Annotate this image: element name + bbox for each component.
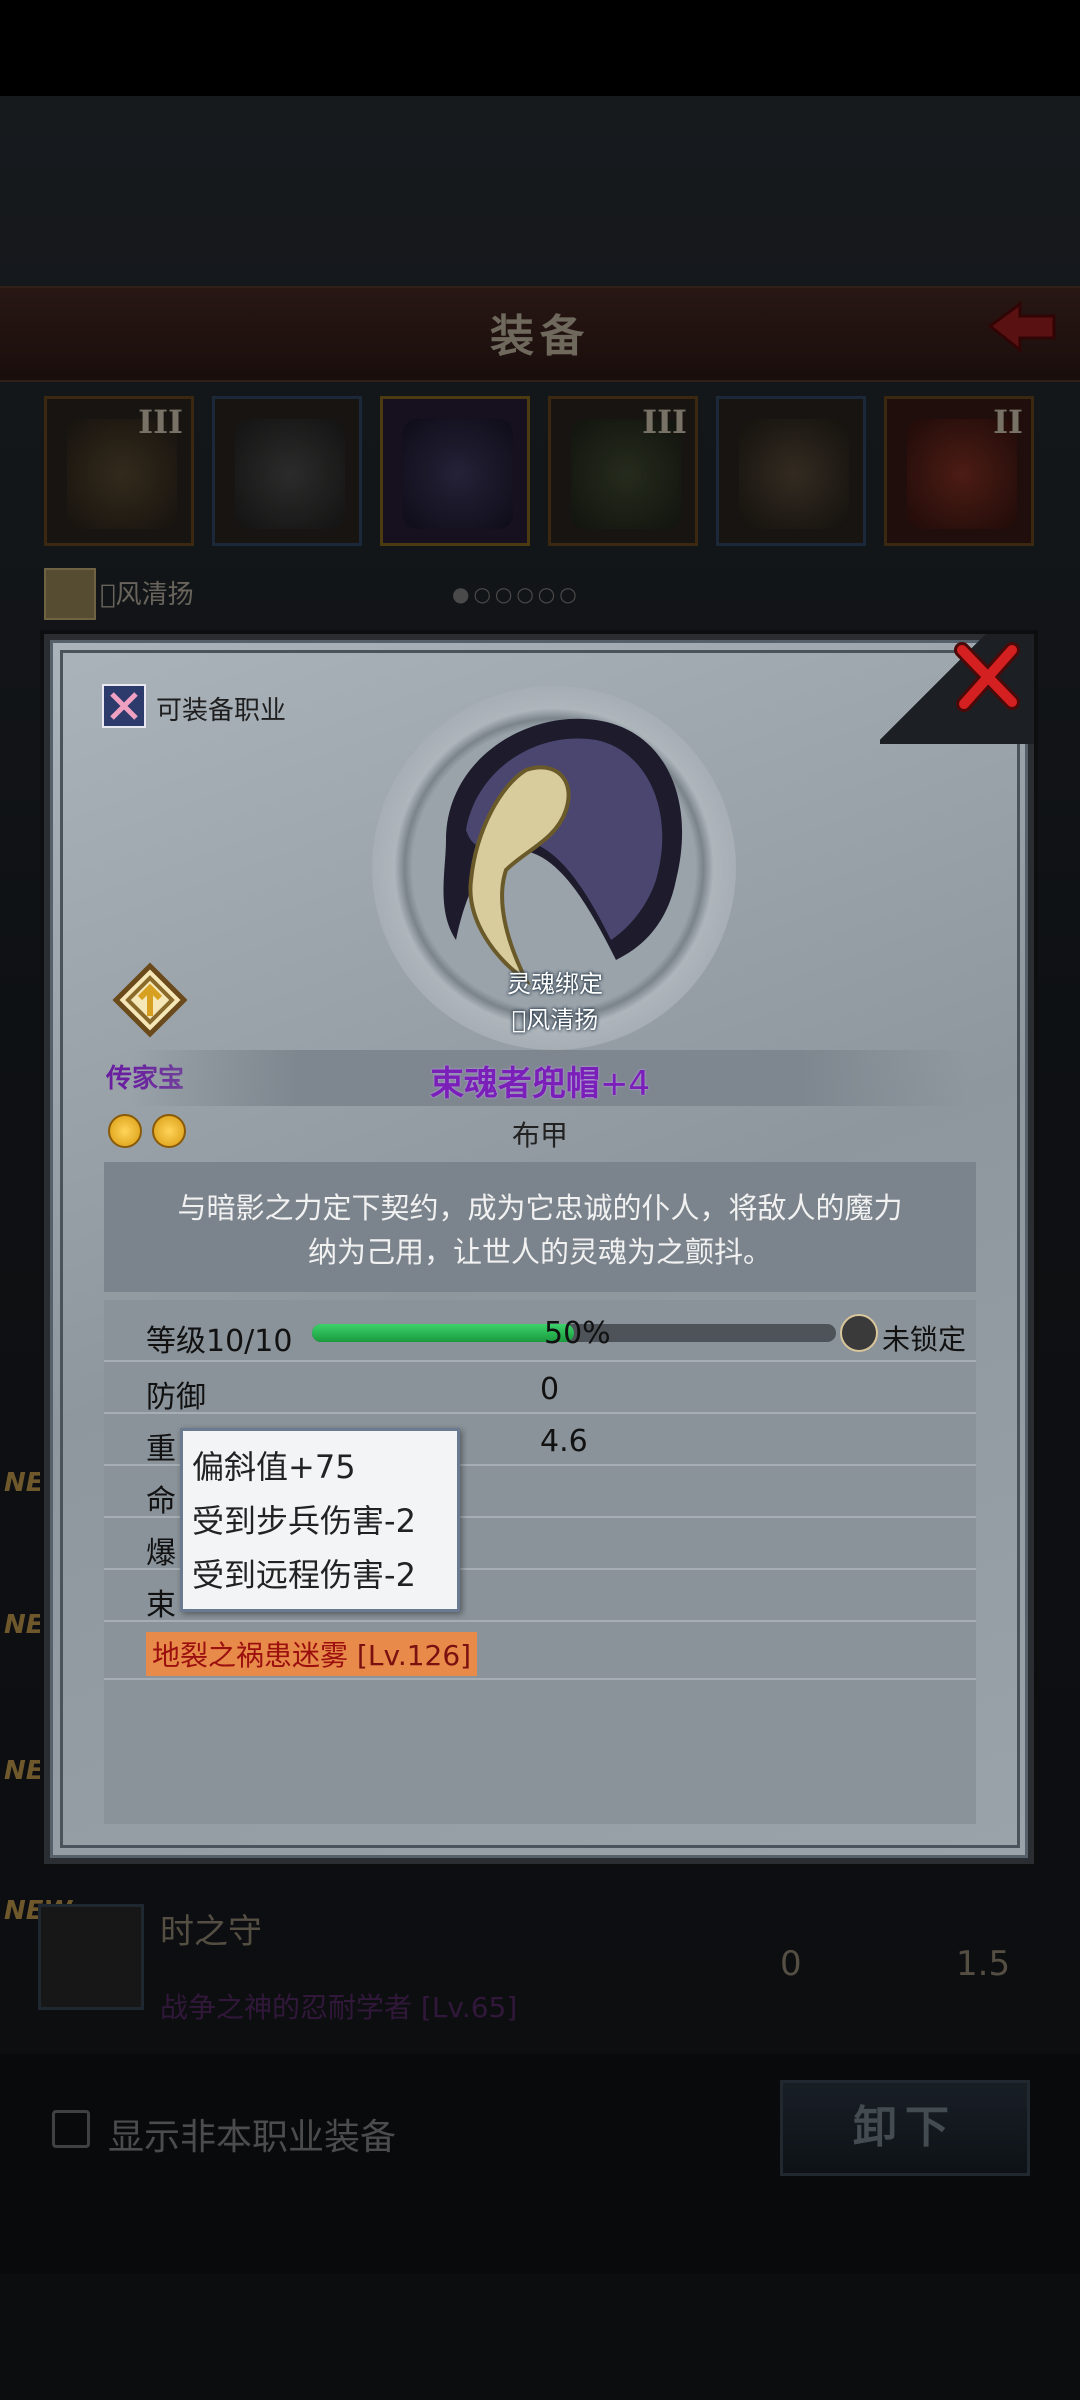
status-bar <box>0 0 1080 96</box>
divider <box>104 1620 976 1622</box>
stat-label: 防御 <box>146 1380 206 1415</box>
tooltip-line: 受到远程伤害-2 <box>192 1556 416 1594</box>
divider <box>104 1412 976 1414</box>
item-name: 束魂者兜帽+4 <box>429 1064 651 1104</box>
stat-label: 命 <box>146 1484 176 1519</box>
stat-label: 爆 <box>146 1536 176 1571</box>
tooltip-line: 偏斜值+75 <box>192 1448 356 1486</box>
stat-value: 0 <box>540 1372 560 1407</box>
item-type: 布甲 <box>511 1119 568 1152</box>
soulbound-label: 灵魂绑定 <box>507 970 603 998</box>
equippable-class-label: 可装备职业 <box>156 696 287 726</box>
set-bonus-label[interactable]: 地裂之祸患迷雾 [Lv.126] <box>146 1632 478 1676</box>
heirloom-icon <box>112 962 188 1038</box>
close-icon[interactable] <box>950 640 1024 714</box>
class-icon[interactable] <box>102 684 146 728</box>
lock-status: 未锁定 <box>882 1323 967 1356</box>
level-progress-fill <box>312 1324 574 1342</box>
divider <box>104 1678 976 1680</box>
level-label: 等级10/10 <box>146 1324 293 1359</box>
lock-icon[interactable] <box>840 1314 878 1352</box>
stat-value: 4.6 <box>540 1424 588 1459</box>
stat-label: 束 <box>146 1588 176 1623</box>
bound-owner-name:  风清扬 <box>511 1006 599 1034</box>
item-description: 与暗影之力定下契约，成为它忠诚的仆人，将敌人的魔力 纳为己用，让世人的灵魂为之颤… <box>177 1191 903 1269</box>
level-percent: 50% <box>544 1316 611 1351</box>
stat-label: 重 <box>146 1432 176 1467</box>
divider <box>104 1360 976 1362</box>
tooltip-line: 受到步兵伤害-2 <box>192 1502 416 1540</box>
